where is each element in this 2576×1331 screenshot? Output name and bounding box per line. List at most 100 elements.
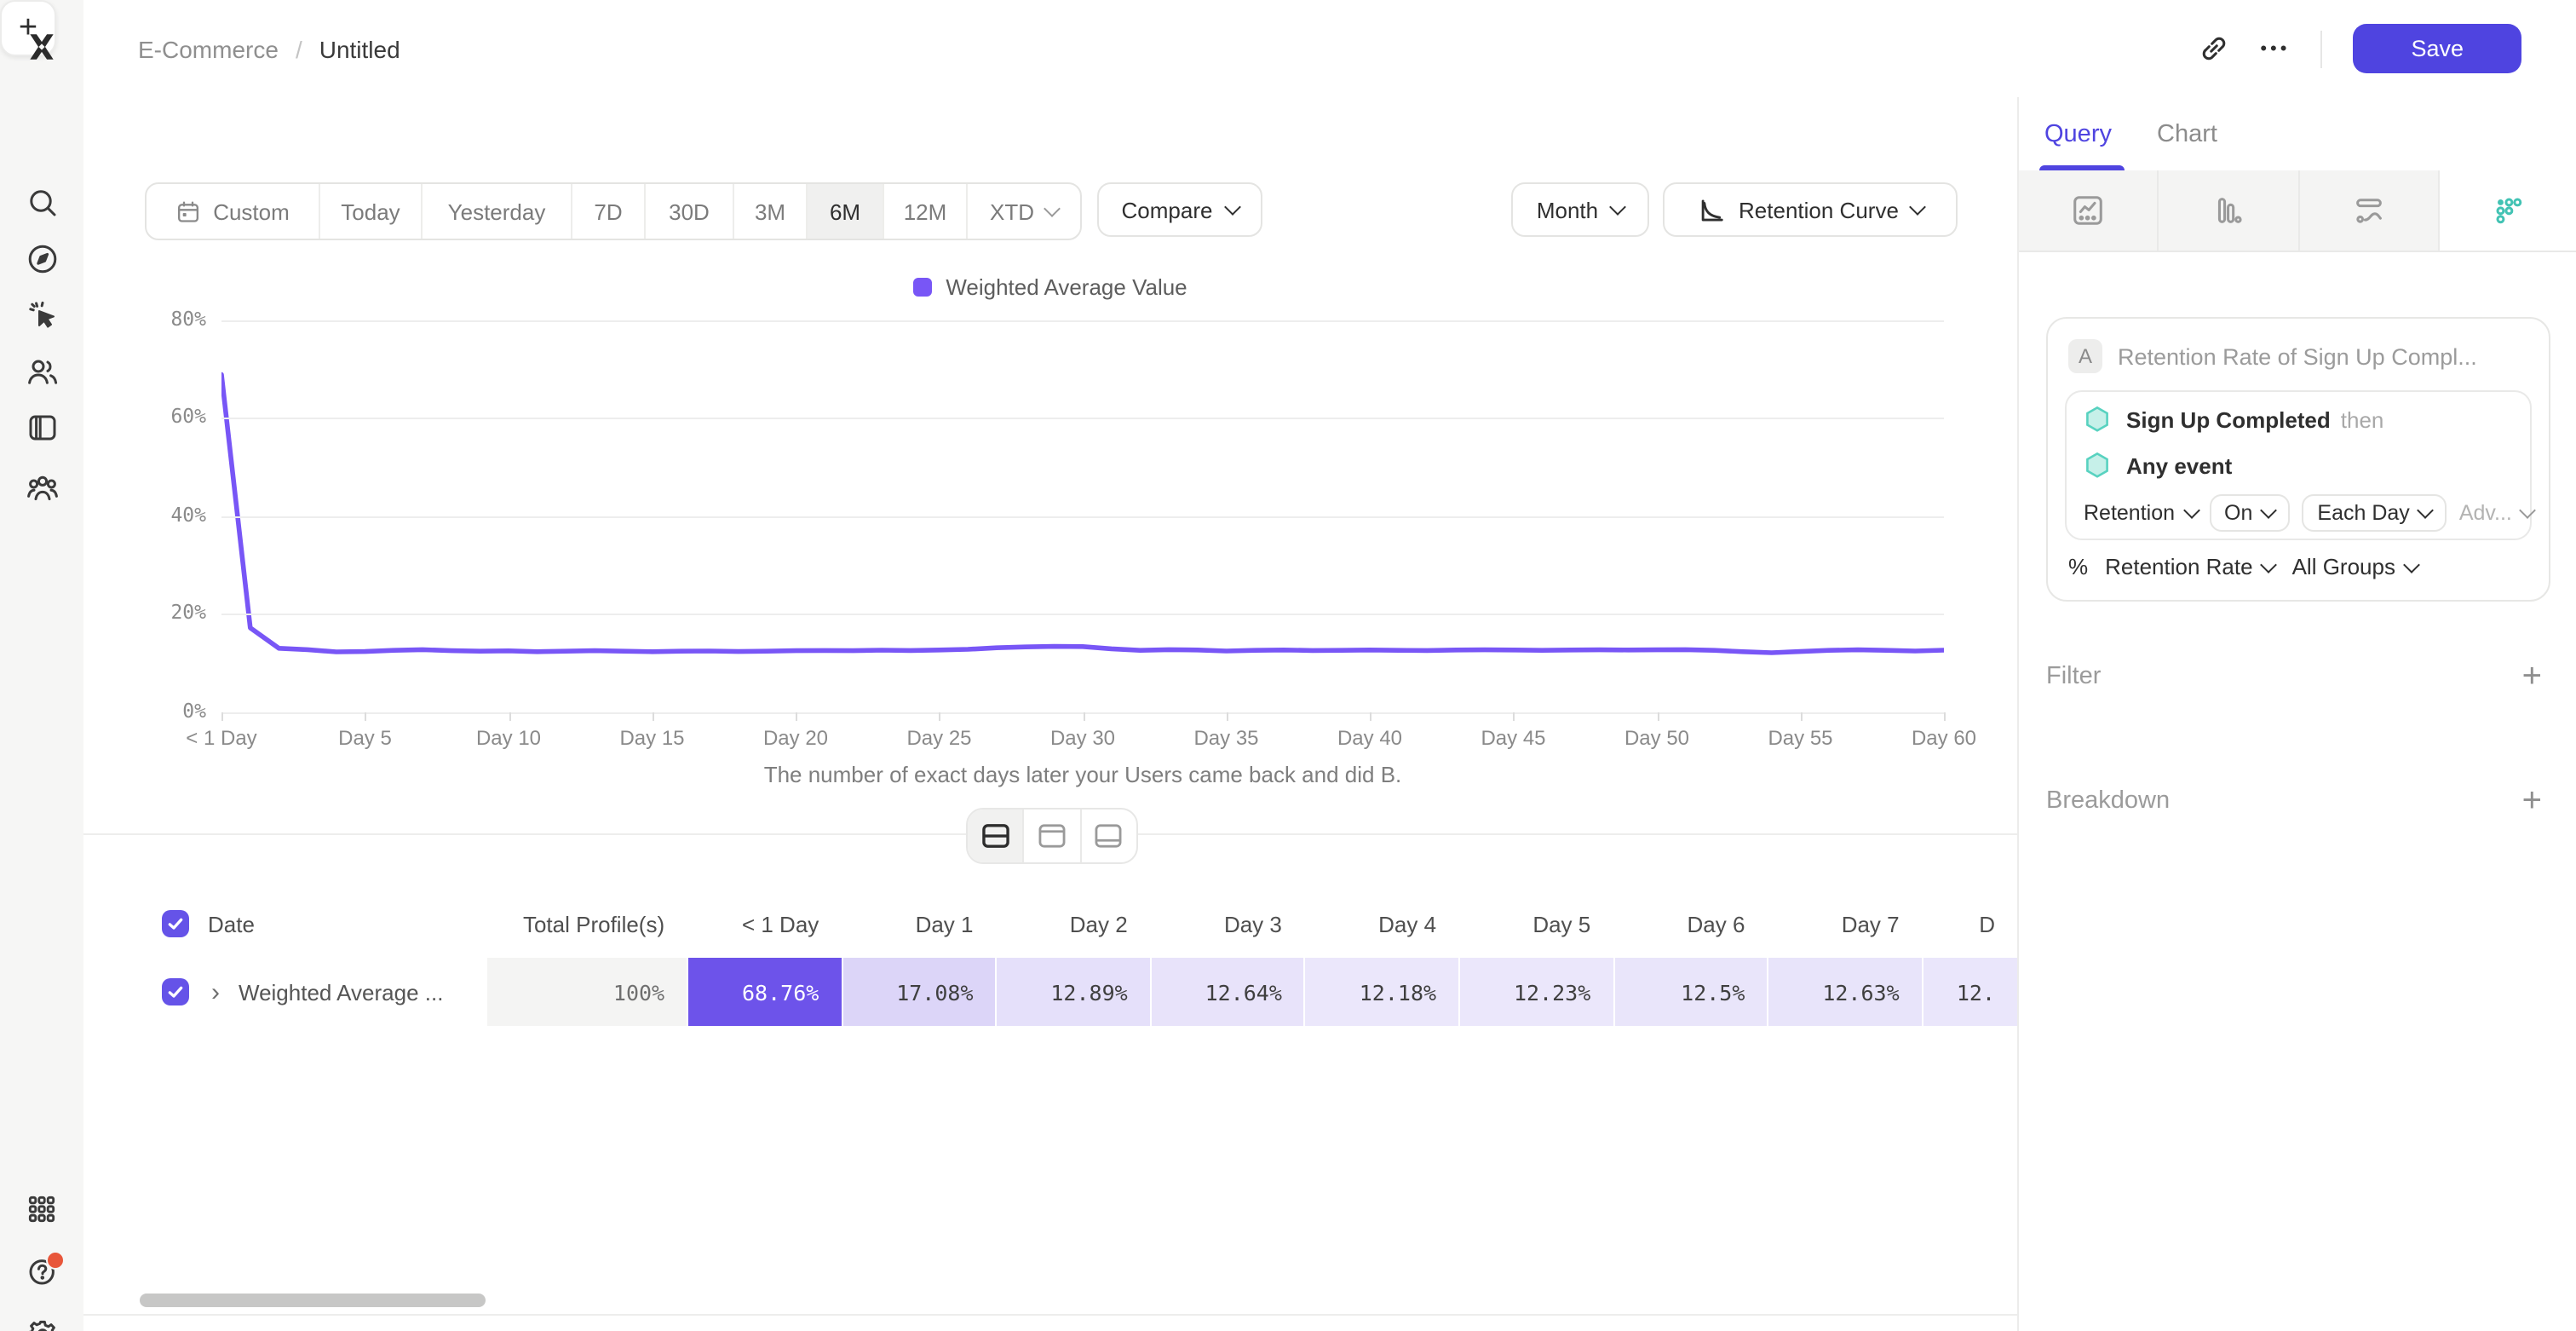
table-cell[interactable]: 12.5% [1613, 958, 1767, 1026]
table-cell[interactable]: 12.63% [1767, 958, 1921, 1026]
x-axis-label: Day 30 [1015, 726, 1151, 750]
range-button-6m[interactable]: 6M [808, 184, 884, 239]
chart-type-dropdown[interactable]: Retention Curve [1663, 182, 1958, 237]
column-header-d: D [1922, 890, 2017, 958]
event-a-name: Sign Up Completed [2126, 407, 2331, 433]
left-sidebar: + [0, 0, 85, 1331]
x-axis-label: Day 60 [1876, 726, 2012, 750]
check-icon [167, 915, 184, 932]
tab-query[interactable]: Query [2044, 97, 2112, 170]
table-cell[interactable]: 68.76% [687, 958, 841, 1026]
on-dropdown[interactable]: On [2209, 493, 2290, 531]
range-button-xtd[interactable]: XTD [968, 184, 1080, 239]
x-axis-tick [1370, 712, 1371, 720]
metric-dropdown[interactable]: Retention Rate [2105, 554, 2274, 579]
range-button-today[interactable]: Today [320, 184, 423, 239]
table-header-row: Date Total Profile(s)< 1 DayDay 1Day 2Da… [83, 890, 2017, 958]
layout-toggle-group [966, 808, 1138, 864]
row-checkbox[interactable] [162, 978, 189, 1005]
cursor-click-icon[interactable] [0, 290, 83, 341]
event-b-row[interactable]: Any event [2067, 443, 2530, 489]
granularity-dropdown[interactable]: Month [1511, 182, 1649, 237]
layout-chart-only-button[interactable] [1025, 810, 1082, 862]
cohorts-icon[interactable] [0, 462, 83, 513]
metric-row: % Retention Rate All Groups [2068, 554, 2418, 579]
x-axis-tick [653, 712, 654, 720]
horizontal-scrollbar-thumb[interactable] [140, 1294, 486, 1307]
apps-grid-icon[interactable] [0, 1183, 83, 1234]
table-cell[interactable]: 12.64% [1150, 958, 1304, 1026]
row-expander-icon[interactable]: › [211, 979, 220, 1005]
step-title[interactable]: Retention Rate of Sign Up Compl... [2118, 343, 2477, 369]
breadcrumb: E-Commerce / Untitled [138, 0, 400, 97]
x-axis-tick [1801, 712, 1803, 720]
retention-report-app: + [0, 0, 2576, 1331]
chart-legend[interactable]: Weighted Average Value [83, 274, 2017, 300]
x-axis-label: Day 35 [1159, 726, 1295, 750]
event-selector-card: Sign Up Completed then Any event Retenti… [2065, 390, 2532, 540]
line-series [221, 307, 1944, 712]
retention-type-dropdown[interactable]: Retention [2084, 500, 2197, 524]
gridline [221, 516, 1944, 517]
event-a-row[interactable]: Sign Up Completed then [2067, 397, 2530, 443]
breadcrumb-report-name[interactable]: Untitled [319, 35, 400, 62]
check-icon [167, 983, 184, 1000]
advanced-dropdown[interactable]: Adv... [2459, 500, 2534, 524]
query-panel: Query Chart [2017, 97, 2576, 1331]
select-all-checkbox[interactable] [162, 910, 189, 937]
insights-icon[interactable] [2019, 170, 2159, 251]
layout-table-only-button[interactable] [1081, 810, 1136, 862]
search-icon[interactable] [0, 177, 83, 228]
x-axis-label: Day 25 [871, 726, 1008, 750]
range-button-3m[interactable]: 3M [734, 184, 808, 239]
board-icon[interactable] [0, 402, 83, 453]
y-axis-label: 20% [104, 600, 206, 624]
legend-swatch [913, 278, 932, 297]
table-cell[interactable]: 12.23% [1458, 958, 1613, 1026]
table-cell[interactable]: 17.08% [841, 958, 995, 1026]
range-button-custom[interactable]: Custom [147, 184, 320, 239]
row-name: Weighted Average ... [239, 979, 443, 1005]
help-icon[interactable] [0, 1246, 83, 1297]
y-axis-label: 80% [104, 306, 206, 330]
layout-split-button[interactable] [968, 810, 1025, 862]
retention-icon[interactable] [2440, 170, 2576, 251]
breakdown-label: Breakdown [2046, 787, 2170, 815]
range-button-12m[interactable]: 12M [884, 184, 968, 239]
settings-gear-icon[interactable] [0, 1309, 83, 1331]
x-axis-label: Day 20 [727, 726, 864, 750]
breakdown-section: Breakdown + [2046, 784, 2542, 818]
table-row: › Weighted Average ... 100%68.76%17.08%1… [83, 958, 2017, 1026]
flows-icon[interactable] [2299, 170, 2440, 251]
save-button[interactable]: Save [2353, 24, 2521, 73]
copy-link-icon[interactable] [2197, 32, 2229, 65]
panel-tabs: Query Chart [2019, 97, 2576, 170]
funnels-icon[interactable] [2159, 170, 2300, 251]
table-cell[interactable]: 12.89% [996, 958, 1150, 1026]
range-button-yesterday[interactable]: Yesterday [423, 184, 572, 239]
add-filter-button[interactable]: + [2522, 660, 2542, 694]
table-cell[interactable]: 100% [486, 958, 687, 1026]
retention-curve-icon [1696, 195, 1725, 224]
compare-button[interactable]: Compare [1097, 182, 1262, 237]
x-axis-label: Day 50 [1589, 726, 1725, 750]
table-cell[interactable]: 12.18% [1304, 958, 1458, 1026]
report-type-group [2019, 170, 2576, 252]
mixpanel-logo-icon[interactable] [0, 24, 83, 68]
range-button-30d[interactable]: 30D [646, 184, 734, 239]
range-button-7d[interactable]: 7D [572, 184, 646, 239]
add-breakdown-button[interactable]: + [2522, 784, 2542, 818]
x-axis-label: Day 15 [584, 726, 721, 750]
each-day-dropdown[interactable]: Each Day [2302, 493, 2447, 531]
column-header-day-7: Day 7 [1767, 890, 1921, 958]
breadcrumb-project[interactable]: E-Commerce [138, 35, 279, 62]
compass-icon[interactable] [0, 233, 83, 285]
x-axis-tick [365, 712, 367, 720]
more-menu-icon[interactable]: ••• [2260, 38, 2290, 59]
tab-chart[interactable]: Chart [2157, 97, 2217, 170]
x-axis-tick [796, 712, 797, 720]
table-cell[interactable]: 12. [1922, 958, 2017, 1026]
groups-dropdown[interactable]: All Groups [2292, 554, 2418, 579]
legend-label: Weighted Average Value [946, 274, 1187, 300]
users-icon[interactable] [0, 346, 83, 397]
